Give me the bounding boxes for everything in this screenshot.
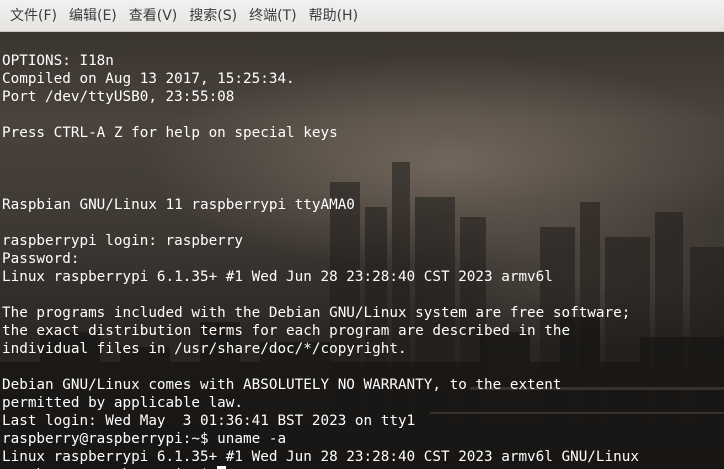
terminal-window: 文件(F) 编辑(E) 查看(V) 搜索(S) 终端(T) 帮助(H) OPTI… xyxy=(0,0,724,469)
terminal-line: permitted by applicable law. xyxy=(2,395,244,411)
terminal-line: Linux raspberrypi 6.1.35+ #1 Wed Jun 28 … xyxy=(2,449,639,465)
terminal-line: individual files in /usr/share/doc/*/cop… xyxy=(2,341,407,357)
terminal-line: the exact distribution terms for each pr… xyxy=(2,323,571,339)
menu-help[interactable]: 帮助(H) xyxy=(303,0,364,32)
terminal-line: raspberrypi login: raspberry xyxy=(2,233,244,249)
menu-search[interactable]: 搜索(S) xyxy=(183,0,243,32)
menu-edit[interactable]: 编辑(E) xyxy=(63,0,123,32)
terminal-line: Raspbian GNU/Linux 11 raspberrypi ttyAMA… xyxy=(2,197,355,213)
terminal-line: Compiled on Aug 13 2017, 15:25:34. xyxy=(2,71,295,87)
terminal-output-area[interactable]: OPTIONS: I18n Compiled on Aug 13 2017, 15… xyxy=(0,32,724,469)
terminal-line: Password: xyxy=(2,251,80,267)
menu-terminal[interactable]: 终端(T) xyxy=(243,0,302,32)
terminal-line: OPTIONS: I18n xyxy=(2,53,114,69)
terminal-line: Port /dev/ttyUSB0, 23:55:08 xyxy=(2,89,235,105)
menu-view[interactable]: 查看(V) xyxy=(123,0,184,32)
terminal-line: Last login: Wed May 3 01:36:41 BST 2023 … xyxy=(2,413,416,429)
terminal-line: Debian GNU/Linux comes with ABSOLUTELY N… xyxy=(2,377,562,393)
terminal-line: The programs included with the Debian GN… xyxy=(2,305,631,321)
menu-bar: 文件(F) 编辑(E) 查看(V) 搜索(S) 终端(T) 帮助(H) xyxy=(0,0,724,32)
terminal-line: Press CTRL-A Z for help on special keys xyxy=(2,125,338,141)
terminal-line: raspberry@raspberrypi:~$ uname -a xyxy=(2,431,287,447)
menu-file[interactable]: 文件(F) xyxy=(4,0,63,32)
terminal-line: Linux raspberrypi 6.1.35+ #1 Wed Jun 28 … xyxy=(2,269,553,285)
terminal-text: OPTIONS: I18n Compiled on Aug 13 2017, 15… xyxy=(2,52,639,469)
